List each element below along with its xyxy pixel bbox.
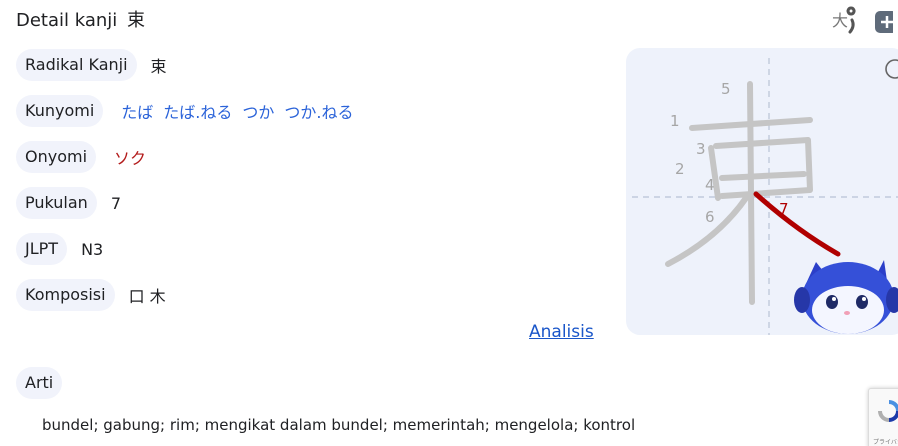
kunyomi-label: Kunyomi (16, 95, 104, 127)
kunyomi-reading[interactable]: たば (121, 99, 153, 123)
arti-label: Arti (16, 367, 63, 399)
stroke-number: 6 (705, 208, 715, 226)
page-title: Detail kanji 束 (16, 6, 145, 32)
replay-icon[interactable] (885, 59, 898, 79)
kunyomi-values: たば たば.ねる つか つか.ねる (121, 99, 353, 123)
pukulan-value: 7 (110, 193, 121, 213)
stroke-4 (719, 171, 807, 181)
stroke-number: 2 (675, 160, 685, 178)
stroke-order-diagram: 1 2 3 4 5 6 7 (632, 58, 898, 335)
stroke-number: 4 (705, 176, 715, 194)
pukulan-label: Pukulan (16, 187, 97, 219)
radikal-value: 束 (150, 57, 167, 76)
stroke-number: 3 (696, 140, 706, 158)
stroke-number: 5 (721, 80, 731, 98)
meaning-text: bundel; gabung; rim; mengikat dalam bund… (42, 416, 636, 434)
kanji-detail-page: Detail kanji 束 大 Radikal Kanji 束 Kunyomi… (0, 0, 898, 446)
recaptcha-privacy-text[interactable]: プライバシー (873, 437, 898, 446)
stroke-order-panel[interactable]: 1 2 3 4 5 6 7 (626, 48, 898, 335)
jlpt-row: JLPT N3 (16, 233, 103, 265)
stroke-7-active (753, 191, 841, 257)
add-icon[interactable] (868, 6, 898, 36)
stroke-3 (713, 137, 813, 199)
analisis-link[interactable]: Analisis (529, 322, 594, 342)
mascot-icon[interactable] (794, 260, 898, 334)
komposisi-row: Komposisi 口 木 (16, 279, 166, 311)
arti-row: Arti (16, 367, 63, 399)
stroke-number: 1 (670, 112, 680, 130)
text-size-icon[interactable]: 大 (830, 6, 860, 36)
title-text: Detail kanji (16, 10, 118, 31)
pukulan-row: Pukulan 7 (16, 187, 121, 219)
radikal-row: Radikal Kanji 束 (16, 49, 167, 81)
stroke-number-active: 7 (779, 200, 789, 218)
onyomi-label: Onyomi (16, 141, 97, 173)
kunyomi-reading[interactable]: つか.ねる (284, 99, 353, 123)
kunyomi-row: Kunyomi たば たば.ねる つか つか.ねる (16, 95, 353, 127)
svg-text:大: 大 (832, 11, 848, 30)
kunyomi-reading[interactable]: たば.ねる (163, 99, 232, 123)
recaptcha-badge[interactable]: プライバシー (868, 388, 898, 446)
komposisi-label: Komposisi (16, 279, 115, 311)
jlpt-value: N3 (81, 239, 104, 259)
komposisi-value[interactable]: 口 木 (129, 283, 166, 307)
jlpt-label: JLPT (16, 233, 68, 265)
kunyomi-reading[interactable]: つか (242, 99, 274, 123)
onyomi-row: Onyomi ソク (16, 141, 146, 173)
kanji-strokes (665, 81, 813, 305)
onyomi-reading[interactable]: ソク (114, 145, 146, 169)
radikal-label: Radikal Kanji (16, 49, 137, 81)
stroke-5 (747, 81, 755, 305)
recaptcha-icon (878, 400, 898, 422)
top-toolbar: 大 (830, 6, 898, 36)
title-kanji: 束 (127, 10, 146, 31)
